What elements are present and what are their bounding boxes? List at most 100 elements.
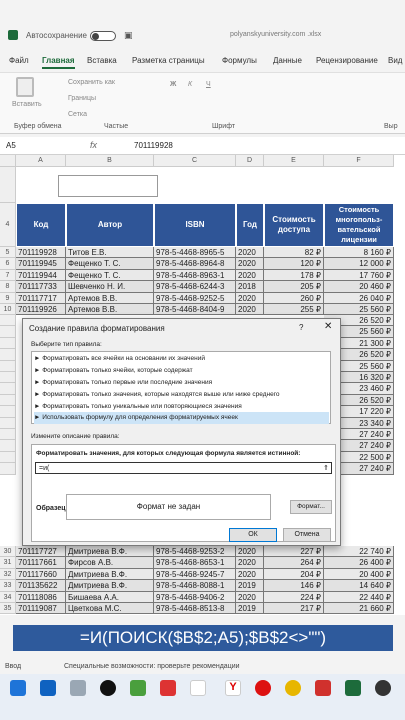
table-cell[interactable]: Фещенко Т. С. — [66, 258, 154, 270]
opera-icon[interactable] — [255, 680, 271, 696]
formula-input-field[interactable]: =и( ⇑ — [35, 462, 332, 474]
table-cell[interactable]: 2018 — [236, 281, 264, 293]
table-cell[interactable]: 224 ₽ — [264, 591, 324, 603]
rule-type-list[interactable]: ► Форматировать все ячейки на основании … — [31, 351, 331, 424]
app-icon[interactable] — [375, 680, 391, 696]
table-cell[interactable]: 14 640 ₽ — [324, 580, 394, 592]
table-cell[interactable]: 2020 — [236, 269, 264, 282]
table-cell[interactable]: 22 440 ₽ — [324, 591, 394, 603]
table-cell[interactable]: 701135622 — [16, 580, 66, 592]
table-cell[interactable]: 978-5-4468-9245-7 — [154, 568, 236, 581]
row-header[interactable] — [0, 383, 16, 395]
table-cell[interactable]: 978-5-4468-9253-2 — [154, 546, 236, 558]
row-header[interactable]: 8 — [0, 281, 16, 293]
table-cell[interactable]: Артемов В.В. — [66, 304, 154, 316]
table-cell[interactable]: 26 040 ₽ — [324, 292, 394, 304]
paste-button[interactable]: Вставить — [12, 101, 42, 108]
row-header[interactable] — [0, 417, 16, 429]
table-cell[interactable]: 2020 — [236, 546, 264, 558]
row-header[interactable] — [0, 349, 16, 361]
row-header[interactable] — [0, 406, 16, 418]
table-cell[interactable]: 264 ₽ — [264, 557, 324, 569]
table-cell[interactable]: 227 ₽ — [264, 546, 324, 558]
row-header[interactable] — [0, 440, 16, 452]
row-header[interactable]: 5 — [0, 247, 16, 259]
tab-insert[interactable]: Вставка — [87, 56, 117, 65]
col-header-c[interactable]: C — [154, 155, 236, 167]
table-cell[interactable]: 701119928 — [16, 247, 66, 259]
tab-data[interactable]: Данные — [273, 56, 302, 65]
row-header[interactable] — [0, 326, 16, 338]
table-cell[interactable]: 978-5-4468-8404-9 — [154, 304, 236, 316]
save-as-button[interactable]: Сохранить как — [68, 79, 115, 86]
excel-icon[interactable] — [345, 680, 361, 696]
tab-formulas[interactable]: Формулы — [222, 56, 257, 65]
tab-file[interactable]: Файл — [9, 56, 29, 65]
row-header[interactable]: 33 — [0, 580, 16, 592]
col-header-d[interactable]: D — [236, 155, 264, 167]
table-cell[interactable]: Шевченко Н. И. — [66, 281, 154, 293]
table-cell[interactable]: Дмитриева В.Ф. — [66, 580, 154, 592]
table-cell[interactable]: 701117733 — [16, 281, 66, 293]
table-cell[interactable]: 2020 — [236, 568, 264, 581]
table-cell[interactable]: Фещенко Т. С. — [66, 269, 154, 282]
table-cell[interactable]: 701117660 — [16, 568, 66, 581]
rule-item-selected[interactable]: ► Использовать формулу для определения ф… — [34, 412, 329, 424]
row-header[interactable] — [0, 394, 16, 407]
outlook-icon[interactable] — [40, 680, 56, 696]
formula-input[interactable]: 701119928 — [134, 141, 173, 150]
table-cell[interactable]: 82 ₽ — [264, 247, 324, 259]
corner-select-all[interactable] — [0, 155, 16, 167]
table-cell[interactable]: 12 000 ₽ — [324, 258, 394, 270]
table-cell[interactable]: 2019 — [236, 603, 264, 615]
close-icon[interactable]: ✕ — [324, 321, 332, 332]
row-header[interactable] — [0, 429, 16, 441]
table-cell[interactable]: 2020 — [236, 304, 264, 316]
table-cell[interactable]: 120 ₽ — [264, 258, 324, 270]
table-cell[interactable]: 25 560 ₽ — [324, 304, 394, 316]
rule-item[interactable]: ► Форматировать только ячейки, которые с… — [34, 365, 329, 377]
fx-icon[interactable]: fx — [90, 140, 97, 150]
table-cell[interactable]: 701118086 — [16, 591, 66, 603]
col-header-b[interactable]: B — [66, 155, 154, 167]
tab-page-layout[interactable]: Разметка страницы — [132, 56, 205, 65]
table-cell[interactable]: 2020 — [236, 292, 264, 304]
row-header[interactable]: 6 — [0, 258, 16, 270]
yandex-icon[interactable]: Y — [225, 680, 241, 696]
table-cell[interactable]: 978-5-4468-9252-5 — [154, 292, 236, 304]
table-cell[interactable]: Бишаева А.А. — [66, 591, 154, 603]
borders-button[interactable]: Границы — [68, 95, 96, 102]
collapse-icon[interactable]: ⇑ — [323, 463, 329, 474]
row-header[interactable]: 9 — [0, 292, 16, 304]
camera-icon[interactable] — [100, 680, 116, 696]
table-cell[interactable]: Дмитриева В.Ф. — [66, 568, 154, 581]
row-header[interactable]: 34 — [0, 591, 16, 603]
row-header[interactable] — [0, 451, 16, 464]
table-cell[interactable]: 701119926 — [16, 304, 66, 316]
ok-button[interactable]: ОК — [229, 528, 277, 542]
app-icon[interactable] — [160, 680, 176, 696]
row-header[interactable]: 30 — [0, 546, 16, 558]
rule-item[interactable]: ► Форматировать только первые или послед… — [34, 377, 329, 389]
table-cell[interactable]: 978-5-4468-8964-8 — [154, 258, 236, 270]
autosave-toggle[interactable] — [90, 31, 116, 41]
table-cell[interactable]: 204 ₽ — [264, 568, 324, 581]
row-header[interactable] — [0, 463, 16, 475]
table-cell[interactable]: 205 ₽ — [264, 281, 324, 293]
table-cell[interactable]: 701119944 — [16, 269, 66, 282]
table-cell[interactable]: 22 740 ₽ — [324, 546, 394, 558]
table-cell[interactable]: 20 400 ₽ — [324, 568, 394, 581]
tab-review[interactable]: Рецензирование — [316, 56, 378, 65]
table-cell[interactable]: 978-5-4468-8088-1 — [154, 580, 236, 592]
table-cell[interactable]: 146 ₽ — [264, 580, 324, 592]
row-header[interactable]: 7 — [0, 269, 16, 282]
table-cell[interactable]: 2020 — [236, 557, 264, 569]
table-cell[interactable]: 978-5-4468-8513-8 — [154, 603, 236, 615]
table-cell[interactable]: 2020 — [236, 591, 264, 603]
table-cell[interactable]: 21 660 ₽ — [324, 603, 394, 615]
row-header[interactable]: 10 — [0, 304, 16, 316]
paste-icon[interactable] — [16, 77, 34, 97]
table-cell[interactable]: 701117661 — [16, 557, 66, 569]
row-header[interactable] — [0, 337, 16, 350]
row-header[interactable] — [0, 360, 16, 372]
